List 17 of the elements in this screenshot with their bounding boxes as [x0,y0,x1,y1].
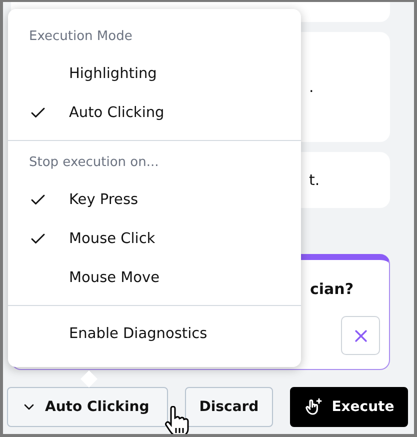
menu-item[interactable]: Auto Clicking [8,93,301,132]
menu-section-header: Execution Mode [28,28,134,46]
menu-section-header: Stop execution on... [28,154,160,172]
menu-item[interactable]: Mouse Move [8,258,301,297]
menu-item[interactable]: Highlighting [8,54,301,93]
hand-cursor-icon [163,406,191,434]
execute-button[interactable]: Execute [290,387,408,427]
discard-button[interactable]: Discard [185,387,273,427]
mode-dropdown-button[interactable]: Auto Clicking [7,387,168,427]
card-text: t. [309,171,321,189]
menu-item[interactable]: Enable Diagnostics [8,314,301,353]
menu-item[interactable]: Mouse Click [8,219,301,258]
close-button[interactable] [341,316,380,355]
hand-sparkle-icon [304,397,324,417]
menu-item[interactable]: Key Press [8,180,301,219]
question-text: cian? [310,280,355,298]
card-text: . [309,78,315,96]
